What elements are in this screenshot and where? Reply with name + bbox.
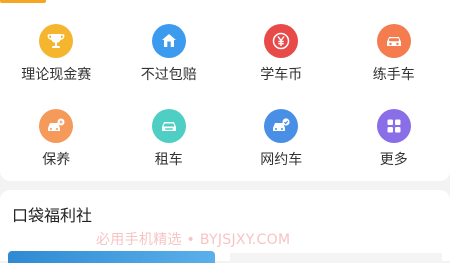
- car-rental-icon: [152, 109, 186, 143]
- tab-indicator: [0, 0, 46, 3]
- home-shield-icon: [152, 24, 186, 58]
- more-grid-icon: [377, 109, 411, 143]
- grid-item-ride-hailing[interactable]: 网约车: [225, 103, 338, 173]
- service-grid: 理论现金赛 不过包赔 学车币: [0, 18, 450, 173]
- grid-item-label: 网约车: [260, 152, 302, 168]
- promo-banner[interactable]: [8, 251, 215, 263]
- grid-item-car-rental[interactable]: 租车: [113, 103, 226, 173]
- grid-item-theory-cash-contest[interactable]: 理论现金赛: [0, 18, 113, 103]
- grid-item-more[interactable]: 更多: [338, 103, 450, 173]
- section-title: 口袋福利社: [12, 206, 92, 226]
- grid-item-maintenance[interactable]: 保养: [0, 103, 113, 173]
- car-wrench-icon: [39, 109, 73, 143]
- grid-item-label: 学车币: [260, 67, 302, 83]
- grid-item-label: 保养: [42, 152, 70, 168]
- services-card: 理论现金赛 不过包赔 学车币: [0, 0, 450, 181]
- watermark-text: 必用手机精选 • BYJSJXY.COM: [96, 229, 290, 249]
- promo-banner-secondary[interactable]: [230, 253, 442, 263]
- grid-item-label: 理论现金赛: [21, 67, 91, 83]
- grid-item-label: 更多: [380, 152, 408, 168]
- grid-item-label: 练手车: [373, 67, 415, 83]
- grid-item-label: 不过包赔: [141, 67, 197, 83]
- grid-item-refund-guarantee[interactable]: 不过包赔: [113, 18, 226, 103]
- ride-hailing-icon: [264, 109, 298, 143]
- car-icon: [377, 24, 411, 58]
- welfare-section: 口袋福利社 必用手机精选 • BYJSJXY.COM: [0, 190, 450, 261]
- grid-item-driving-coin[interactable]: 学车币: [225, 18, 338, 103]
- grid-item-label: 租车: [155, 152, 183, 168]
- trophy-icon: [39, 24, 73, 58]
- yen-coin-icon: [264, 24, 298, 58]
- grid-item-practice-car[interactable]: 练手车: [338, 18, 450, 103]
